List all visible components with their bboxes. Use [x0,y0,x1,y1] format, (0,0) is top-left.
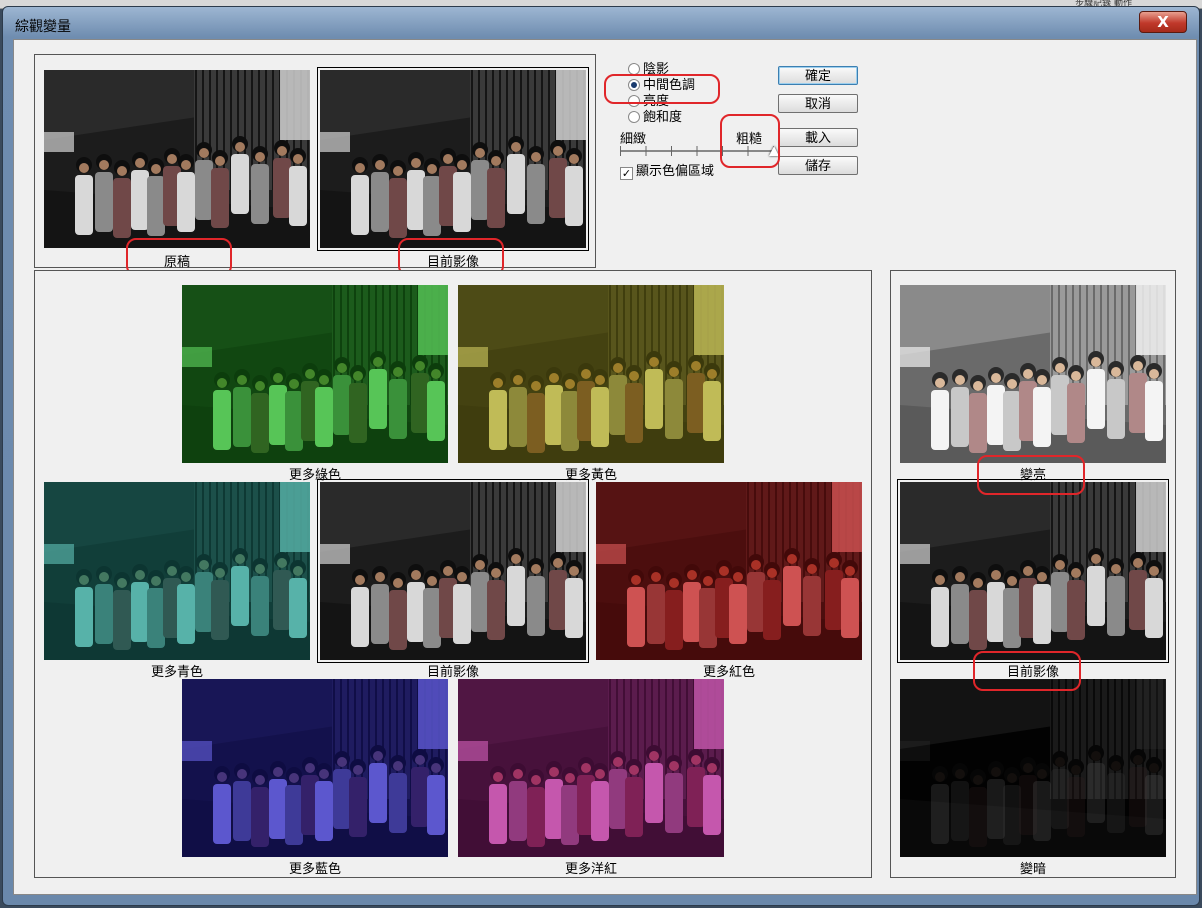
checkbox-check-icon[interactable]: ✓ [620,167,633,180]
annotation-circle-lighter [977,455,1085,495]
photo-image [900,285,1166,463]
variations-dialog: 綜觀變量 X 原稿 目前影像 陰影 中間色調 亮度 飽和度 細緻 粗糙 ✓ 顯示色… [2,6,1200,906]
more-cyan-label: 更多青色 [150,665,203,680]
brightness-group: 變亮 目前影像 變暗 [890,270,1176,878]
annotation-circle-midtones [604,74,720,104]
photo-image [44,482,310,660]
current-brightness-thumb[interactable] [897,479,1169,663]
current-preview [317,67,589,251]
radio-saturation[interactable]: 飽和度 [628,110,682,125]
current-variation-thumb[interactable] [317,479,589,663]
darker-label: 變暗 [1019,862,1046,877]
cancel-button[interactable]: 取消 [778,94,858,113]
dialog-title: 綜觀變量 [15,19,71,35]
more-cyan-thumb[interactable] [44,482,310,660]
more-green-label: 更多綠色 [288,468,341,483]
more-red-thumb[interactable] [596,482,862,660]
more-blue-thumb[interactable] [182,679,448,857]
more-magenta-label: 更多洋紅 [564,862,617,877]
show-clipping-label: 顯示色偏區域 [636,164,715,179]
photo-image [182,285,448,463]
annotation-circle-current-brightness [973,651,1081,691]
photo-image [596,482,862,660]
close-button[interactable]: X [1139,11,1187,33]
more-magenta-thumb[interactable] [458,679,724,857]
photo-image [900,482,1166,660]
save-button[interactable]: 儲存 [778,156,858,175]
more-blue-label: 更多藍色 [288,862,341,877]
photo-image [320,70,586,248]
more-yellow-label: 更多黃色 [564,468,617,483]
lighter-thumb[interactable] [900,285,1166,463]
photo-image [320,482,586,660]
show-clipping-checkbox[interactable]: ✓ 顯示色偏區域 [620,160,714,180]
more-yellow-thumb[interactable] [458,285,724,463]
more-red-label: 更多紅色 [702,665,755,680]
photo-image [458,679,724,857]
photo-image [900,679,1166,857]
preview-group: 原稿 目前影像 [34,54,596,270]
dialog-client-area: 原稿 目前影像 陰影 中間色調 亮度 飽和度 細緻 粗糙 ✓ 顯示色偏區域 確定 … [13,39,1197,895]
fine-label: 細緻 [620,132,647,147]
annotation-circle-coarse [720,114,780,168]
photo-image [182,679,448,857]
current-variation-label: 目前影像 [426,665,479,680]
darker-thumb[interactable] [900,679,1166,857]
ok-button[interactable]: 確定 [778,66,858,85]
photo-image [458,285,724,463]
photo-image [44,70,310,248]
radio-saturation-dot[interactable] [628,111,640,123]
load-button[interactable]: 載入 [778,128,858,147]
color-variations-group: 更多綠色 更多黃色 更多青色 目前影像 更多紅色 更多藍色 更多洋紅 [34,270,872,878]
original-preview [44,70,310,248]
radio-saturation-label: 飽和度 [643,110,683,125]
more-green-thumb[interactable] [182,285,448,463]
